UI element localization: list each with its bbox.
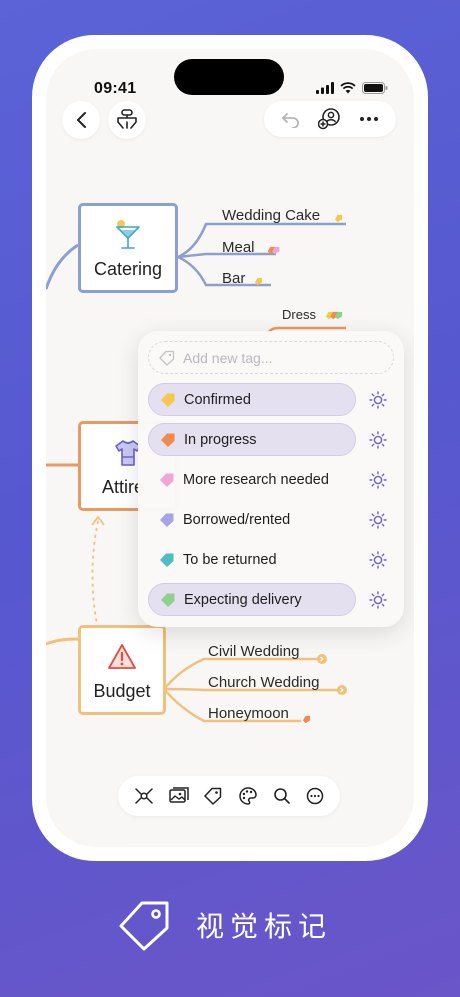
more-options-button[interactable] <box>306 787 324 805</box>
tag-option-in-progress[interactable]: In progress <box>148 423 356 456</box>
palette-icon <box>238 787 257 805</box>
tag-icon <box>204 787 222 805</box>
search-button[interactable] <box>273 787 291 805</box>
image-icon <box>169 787 189 803</box>
tag-label: In progress <box>184 431 257 448</box>
sun-icon <box>369 511 387 529</box>
mindmap-node-catering[interactable]: Catering <box>78 203 178 293</box>
tag-color-settings-button[interactable] <box>368 470 388 490</box>
tag-marker-icon <box>334 214 343 223</box>
tag-color-settings-button[interactable] <box>368 390 388 410</box>
topic-meal[interactable]: Meal <box>222 239 255 256</box>
bottom-toolbar <box>118 776 340 816</box>
sun-icon <box>369 551 387 569</box>
tag-option-more-research-needed[interactable]: More research needed <box>148 463 368 496</box>
tag-option-borrowed-rented[interactable]: Borrowed/rented <box>148 503 356 536</box>
tag-pink-icon <box>160 473 174 487</box>
tag-label: Borrowed/rented <box>183 511 291 528</box>
tag-color-settings-button[interactable] <box>368 590 388 610</box>
tag-marker-icon <box>254 277 263 286</box>
tag-label: To be returned <box>183 551 277 568</box>
insert-image-button[interactable] <box>169 787 189 805</box>
tag-label: More research needed <box>183 471 329 488</box>
footer-text: 视觉标记 <box>196 910 333 943</box>
tag-color-settings-button[interactable] <box>368 550 388 570</box>
tag-option-confirmed[interactable]: Confirmed <box>148 383 356 416</box>
sun-icon <box>369 471 387 489</box>
topic-wedding-cake[interactable]: Wedding Cake <box>222 207 320 224</box>
tag-label: Confirmed <box>184 391 251 408</box>
tag-outline-icon <box>159 350 175 366</box>
sun-icon <box>369 391 387 409</box>
tag-marker-icon <box>302 715 311 724</box>
cocktail-icon <box>116 220 140 249</box>
sun-icon <box>369 591 387 609</box>
add-tag-placeholder: Add new tag... <box>183 349 273 366</box>
phone-frame: 09:41 Catering Wedding Cake Meal Bar Dre… <box>32 35 428 861</box>
focus-icon <box>134 788 153 804</box>
tag-option-expecting-delivery[interactable]: Expecting delivery <box>148 583 356 616</box>
app-screen: 09:41 Catering Wedding Cake Meal Bar Dre… <box>46 49 414 847</box>
tag-lavender-icon <box>160 513 174 527</box>
warning-icon <box>108 644 136 669</box>
search-icon <box>274 788 290 804</box>
add-tag-input[interactable]: Add new tag... <box>148 341 394 374</box>
topic-church-wedding[interactable]: Church Wedding <box>208 674 319 691</box>
tag-color-settings-button[interactable] <box>368 510 388 530</box>
more-circle-icon <box>307 787 324 805</box>
tag-outline-icon <box>119 901 169 951</box>
tag-yellow-icon <box>161 393 175 407</box>
tag-orange-icon <box>161 433 175 447</box>
topic-bar[interactable]: Bar <box>222 270 245 287</box>
footer-caption: 视觉标记 <box>118 898 332 952</box>
mindmap-node-budget[interactable]: Budget <box>78 625 166 715</box>
topic-civil-wedding[interactable]: Civil Wedding <box>208 643 299 660</box>
node-label: Budget <box>93 681 151 701</box>
tag-picker-popup: Add new tag... Confirmed In progress Mor… <box>138 331 404 627</box>
focus-topic-button[interactable] <box>134 786 154 806</box>
tag-option-to-be-returned[interactable]: To be returned <box>148 543 356 576</box>
node-label: Catering <box>93 259 163 279</box>
style-button[interactable] <box>238 786 258 806</box>
tag-marker-icon <box>267 246 280 255</box>
tag-color-settings-button[interactable] <box>368 430 388 450</box>
topic-dress[interactable]: Dress <box>282 307 316 322</box>
sun-icon <box>369 431 387 449</box>
tag-button[interactable] <box>204 787 222 805</box>
tag-label: Expecting delivery <box>184 591 302 608</box>
tag-teal-icon <box>160 553 174 567</box>
tag-marker-icon <box>325 311 343 320</box>
tag-green-icon <box>161 593 175 607</box>
topic-honeymoon[interactable]: Honeymoon <box>208 705 289 722</box>
